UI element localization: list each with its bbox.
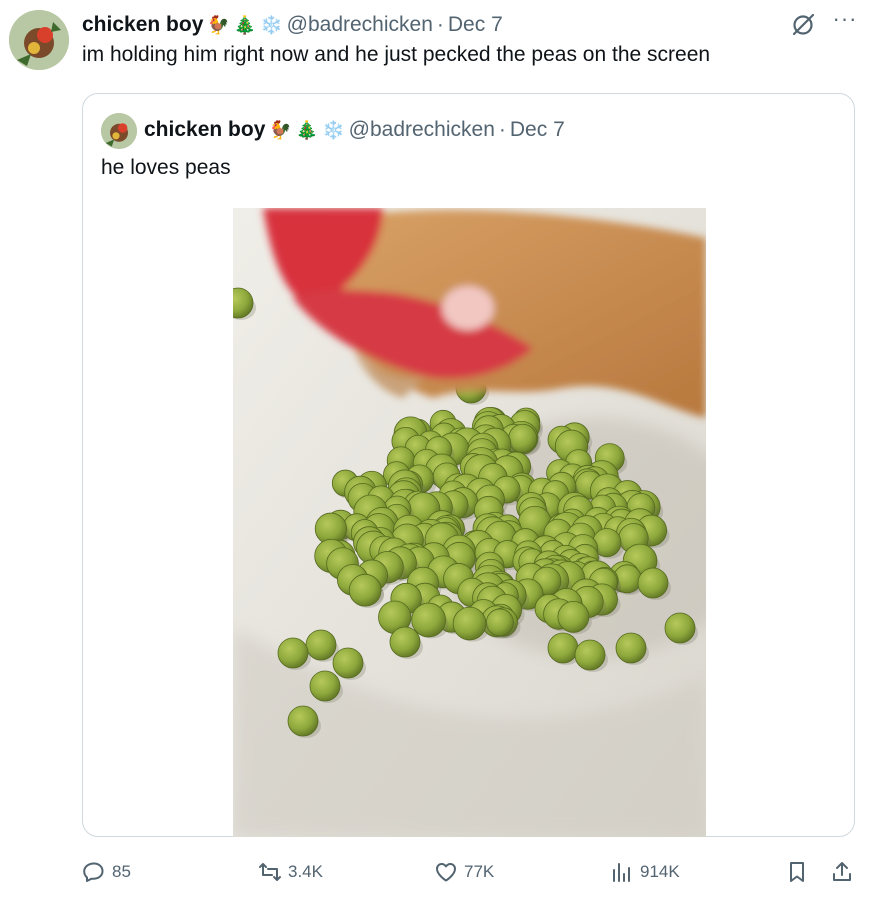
tweet-header: chicken boy 🐓 🎄 ❄️ @badrechicken · Dec 7 (82, 10, 503, 40)
quoted-tweet[interactable]: chicken boy 🐓 🎄 ❄️ @badrechicken · Dec 7… (82, 93, 855, 837)
snowflake-emoji: ❄️ (260, 15, 283, 35)
rooster-emoji: 🐓 (269, 120, 292, 140)
quoted-tweet-header: chicken boy 🐓 🎄 ❄️ @badrechicken · Dec 7 (144, 115, 565, 145)
quoted-tweet-photo[interactable] (233, 208, 706, 837)
like-button[interactable]: 77K (434, 855, 494, 889)
reply-button[interactable]: 85 (82, 855, 131, 889)
quoted-tweet-text: he loves peas (101, 156, 231, 179)
more-icon[interactable]: ··· (830, 8, 860, 36)
share-icon (833, 862, 851, 881)
quoted-tweet-date[interactable]: Dec 7 (510, 118, 565, 142)
bookmark-icon (790, 862, 804, 882)
reply-icon (83, 862, 104, 882)
quoted-avatar-image (101, 113, 137, 149)
tweet-text: im holding him right now and he just pec… (82, 43, 711, 66)
like-icon (436, 863, 456, 882)
tweet-date[interactable]: Dec 7 (448, 13, 503, 37)
bookmark-button[interactable] (785, 855, 809, 889)
views-button[interactable]: 914K (610, 855, 680, 889)
quoted-author-name[interactable]: chicken boy (144, 118, 265, 142)
reply-count: 85 (112, 862, 131, 881)
share-button[interactable] (830, 855, 854, 889)
author-avatar[interactable] (9, 10, 69, 70)
repost-button[interactable]: 3.4K (258, 855, 323, 889)
repost-count: 3.4K (288, 862, 323, 881)
tree-emoji: 🎄 (233, 15, 257, 35)
tweet-actions: 85 3.4K 77K 914K (0, 855, 872, 889)
avatar-image (9, 10, 69, 70)
quoted-author-avatar[interactable] (101, 113, 137, 149)
view-count: 914K (640, 862, 680, 881)
separator-dot: · (436, 13, 444, 36)
peas-and-chicken-image (233, 208, 706, 837)
tree-emoji: 🎄 (295, 120, 319, 140)
views-icon (613, 863, 630, 882)
author-handle[interactable]: @badrechicken (287, 13, 433, 37)
rooster-emoji: 🐓 (207, 15, 230, 35)
quoted-author-handle[interactable]: @badrechicken (349, 118, 495, 142)
author-name[interactable]: chicken boy (82, 13, 203, 37)
repost-icon (259, 863, 281, 881)
separator-dot: · (498, 118, 506, 141)
grok-icon[interactable] (790, 12, 816, 38)
snowflake-emoji: ❄️ (322, 120, 345, 140)
like-count: 77K (464, 862, 495, 881)
